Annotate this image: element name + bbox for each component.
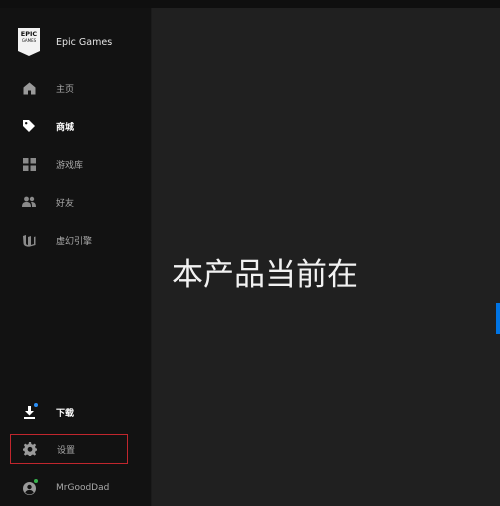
sidebar-item-home[interactable]: 主页: [10, 74, 128, 102]
title-bar: [0, 0, 500, 8]
unreal-engine-icon: [22, 233, 36, 247]
sidebar-item-label: 设置: [57, 445, 76, 456]
sidebar-item-label: 主页: [56, 84, 75, 95]
epic-games-launcher-window: EPIC GAMES Epic Games 主页 商城 游戏库 好友 虚幻引擎 …: [0, 0, 500, 506]
people-icon: [22, 195, 36, 209]
grid-icon: [22, 157, 36, 171]
logo-text-epic: EPIC: [20, 30, 38, 38]
download-icon: [22, 403, 38, 419]
sidebar-item-label: 虚幻引擎: [56, 236, 93, 247]
page-headline: 本产品当前在: [172, 257, 358, 293]
sidebar-item-label: 游戏库: [56, 160, 84, 171]
logo-text-games: GAMES: [21, 38, 37, 43]
sidebar: EPIC GAMES Epic Games 主页 商城 游戏库 好友 虚幻引擎 …: [0, 8, 151, 506]
home-icon: [22, 81, 36, 95]
sidebar-item-label: 商城: [56, 122, 75, 133]
sidebar-item-profile[interactable]: MrGoodDad: [10, 474, 128, 502]
sidebar-item-label: 好友: [56, 198, 75, 209]
sidebar-item-settings[interactable]: 设置: [10, 434, 128, 464]
sidebar-item-label: 下载: [56, 408, 75, 419]
sidebar-item-label: MrGoodDad: [56, 483, 110, 493]
brand[interactable]: EPIC GAMES Epic Games: [18, 28, 112, 56]
sidebar-item-store[interactable]: 商城: [10, 112, 128, 140]
epic-games-logo: EPIC GAMES: [18, 28, 40, 56]
user-avatar-icon: [22, 479, 38, 495]
sidebar-item-unreal-engine[interactable]: 虚幻引擎: [10, 226, 128, 254]
download-badge: [34, 403, 38, 407]
primary-action-button[interactable]: [496, 303, 500, 334]
sidebar-item-downloads[interactable]: 下载: [10, 398, 128, 426]
online-status-badge: [34, 479, 38, 483]
sidebar-item-library[interactable]: 游戏库: [10, 150, 128, 178]
brand-name: Epic Games: [56, 36, 113, 48]
gear-icon: [23, 442, 37, 456]
tag-icon: [22, 119, 36, 133]
sidebar-item-friends[interactable]: 好友: [10, 188, 128, 216]
